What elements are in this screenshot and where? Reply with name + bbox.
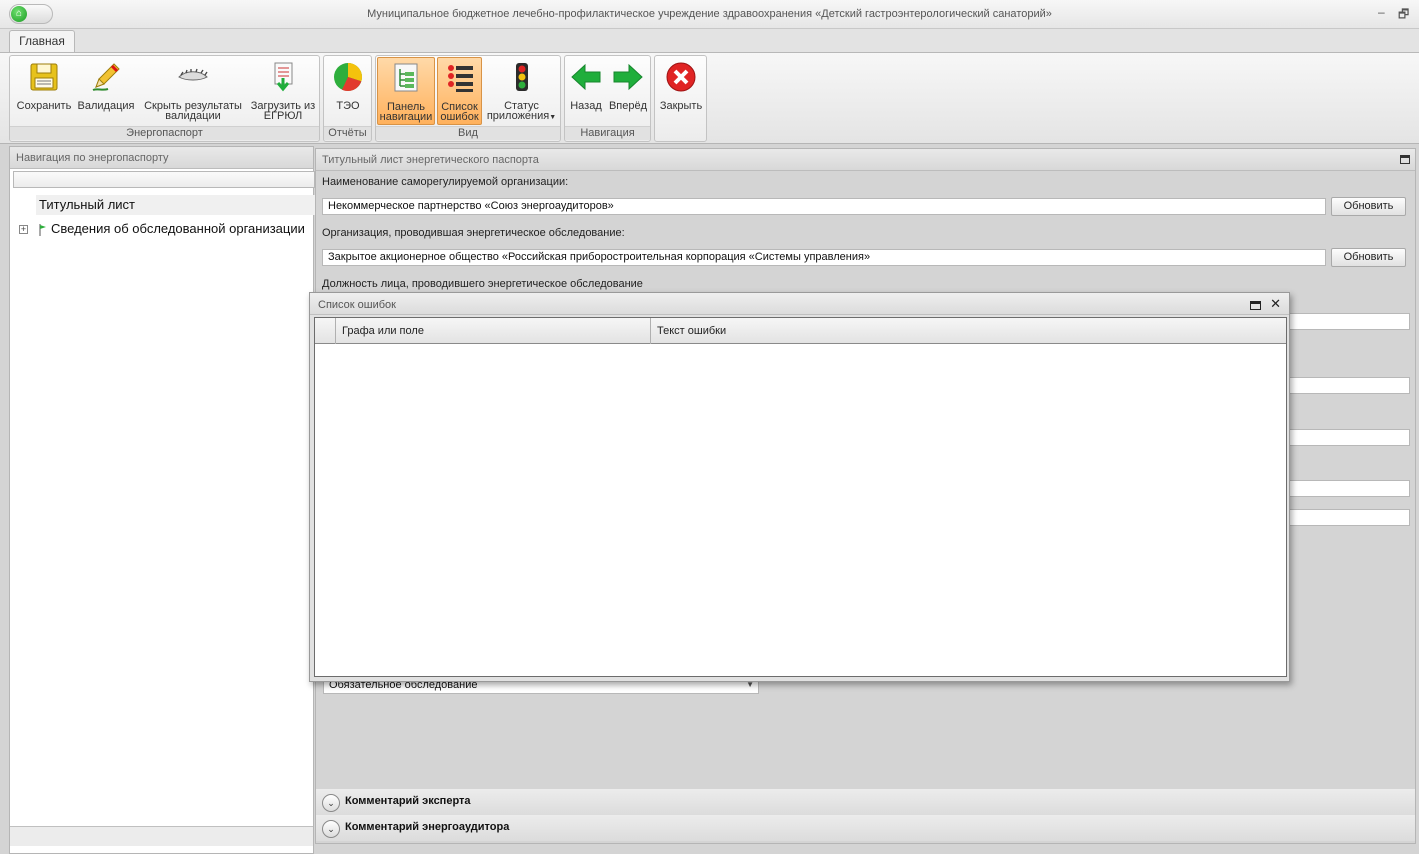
close-document-button[interactable]: Закрыть <box>657 57 705 125</box>
column-header-field[interactable]: Графа или поле <box>336 318 651 344</box>
close-icon[interactable]: ✕ <box>1270 297 1281 310</box>
ribbon-tab-strip: Главная <box>0 29 1419 53</box>
teo-button[interactable]: ТЭО <box>326 57 370 125</box>
pie-chart-icon <box>334 63 362 92</box>
save-button[interactable]: Сохранить <box>13 57 75 125</box>
traffic-light-icon <box>515 63 528 91</box>
app-status-button[interactable]: Статус приложения▼ <box>484 57 559 125</box>
app-status-label-line2: приложения <box>486 110 550 122</box>
close-circle-icon <box>666 62 696 92</box>
expand-expert-comment-icon[interactable]: ⌄ <box>322 794 340 812</box>
floppy-disk-icon <box>30 63 58 91</box>
expand-auditor-comment-icon[interactable]: ⌄ <box>322 820 340 838</box>
navigation-tree-icon <box>394 63 418 92</box>
row-indicator-column <box>315 318 336 344</box>
error-list-window: Список ошибок ✕ Графа или поле Текст оши… <box>309 292 1290 682</box>
navigation-panel-label: Панель навигации <box>378 102 434 123</box>
ribbon-group-label-energy: Энергопаспорт <box>10 126 319 140</box>
document-download-icon <box>274 62 293 92</box>
sro-label: Наименование саморегулируемой организаци… <box>322 176 569 188</box>
error-list-button[interactable]: Список ошибок <box>437 57 482 125</box>
load-egrul-label: Загрузить из ЕГРЮЛ <box>249 101 317 122</box>
update-org-button[interactable]: Обновить <box>1331 248 1406 267</box>
field-input-2[interactable] <box>1289 377 1410 394</box>
expert-comment-header: Комментарий эксперта <box>345 795 471 807</box>
title-page-panel-title: Титульный лист энергетического паспорта <box>316 149 1415 171</box>
navigation-panel-label-line2: навигации <box>379 111 433 123</box>
load-egrul-button[interactable]: Загрузить из ЕГРЮЛ <box>249 57 317 125</box>
restore-button[interactable]: 🗗 <box>1398 5 1409 26</box>
sro-input[interactable]: Некоммерческое партнерство «Союз энергоа… <box>322 198 1326 215</box>
tab-home[interactable]: Главная <box>9 30 75 53</box>
error-list-label: Список ошибок <box>438 102 481 123</box>
app-status-label: Статус приложения▼ <box>484 101 559 123</box>
forward-button-label: Вперёд <box>608 100 648 112</box>
error-grid-header: Графа или поле Текст ошибки <box>315 318 1286 344</box>
ribbon-group-close: Закрыть <box>654 55 707 142</box>
window-maximize-icon[interactable] <box>1250 301 1261 310</box>
auditor-comment-header: Комментарий энергоаудитора <box>345 821 510 833</box>
pencil-icon <box>92 63 120 91</box>
navigation-panel-button[interactable]: Панель навигации <box>377 57 435 125</box>
back-button[interactable]: Назад <box>567 57 605 125</box>
arrow-left-icon <box>571 63 601 91</box>
validate-button-label: Валидация <box>77 100 135 112</box>
field-input-5[interactable] <box>1289 509 1410 526</box>
back-button-label: Назад <box>570 100 602 112</box>
column-header-error-text[interactable]: Текст ошибки <box>651 318 1286 344</box>
position-label: Должность лица, проводившего энергетичес… <box>322 278 643 290</box>
expert-comment-section[interactable]: ⌄ Комментарий эксперта <box>316 789 1415 815</box>
hide-validation-label: Скрыть результаты валидации <box>139 101 247 122</box>
org-input[interactable]: Закрытое акционерное общество «Российска… <box>322 249 1326 266</box>
ribbon-group-label-reports: Отчёты <box>324 126 371 140</box>
error-list-window-title: Список ошибок <box>310 293 1289 315</box>
hide-validation-label-line2: валидации <box>165 110 221 122</box>
ribbon-group-energy-passport: Сохранить Валидация Скрыть результаты ва… <box>9 55 320 142</box>
hide-validation-button[interactable]: Скрыть результаты валидации <box>139 57 247 125</box>
position-input[interactable] <box>1289 313 1410 330</box>
navigation-panel: Навигация по энергопаспорту Титульный ли… <box>9 146 315 854</box>
window-title: Муниципальное бюджетное лечебно-профилак… <box>367 8 1052 20</box>
save-button-label: Сохранить <box>16 100 72 112</box>
tree-item-organization-info[interactable]: Сведения об обследованной организации <box>51 221 305 236</box>
navigation-panel-footer <box>10 826 313 846</box>
app-menu-button[interactable]: ⌂ <box>9 4 53 24</box>
ribbon: Сохранить Валидация Скрыть результаты ва… <box>0 52 1419 144</box>
update-sro-button[interactable]: Обновить <box>1331 197 1406 216</box>
load-egrul-label-line2: ЕГРЮЛ <box>263 110 303 122</box>
field-input-4[interactable] <box>1289 480 1410 497</box>
navigation-panel-title: Навигация по энергопаспорту <box>10 147 313 169</box>
flag-icon <box>39 224 46 236</box>
tree-item-title-page[interactable]: Титульный лист <box>36 195 315 215</box>
navigation-filter-input[interactable] <box>13 171 315 188</box>
tree-expand-icon[interactable]: + <box>19 225 28 234</box>
app-logo-icon: ⌂ <box>11 6 27 22</box>
auditor-comment-section[interactable]: ⌄ Комментарий энергоаудитора <box>316 815 1415 841</box>
dropdown-arrow-icon: ▼ <box>549 114 557 121</box>
teo-button-label: ТЭО <box>336 100 360 112</box>
field-input-3[interactable] <box>1289 429 1410 446</box>
title-bar: ⌂ Муниципальное бюджетное лечебно-профил… <box>0 0 1419 29</box>
forward-button[interactable]: Вперёд <box>607 57 649 125</box>
validate-button[interactable]: Валидация <box>76 57 136 125</box>
eye-closed-icon <box>178 68 208 81</box>
minimize-button[interactable]: – <box>1378 5 1385 19</box>
list-icon <box>447 65 473 92</box>
ribbon-group-label-view: Вид <box>376 126 560 140</box>
error-list-grid: Графа или поле Текст ошибки <box>314 317 1287 677</box>
arrow-right-icon <box>613 63 643 91</box>
close-document-label: Закрыть <box>659 100 703 112</box>
ribbon-group-navigation: Назад Вперёд Навигация <box>564 55 651 142</box>
ribbon-group-label-navigation: Навигация <box>565 126 650 140</box>
error-list-label-line2: ошибок <box>440 111 479 123</box>
org-label: Организация, проводившая энергетическое … <box>322 227 625 239</box>
ribbon-group-reports: ТЭО Отчёты <box>323 55 372 142</box>
ribbon-group-view: Панель навигации Список ошибок Статус пр… <box>375 55 561 142</box>
panel-maximize-icon[interactable] <box>1400 155 1410 164</box>
